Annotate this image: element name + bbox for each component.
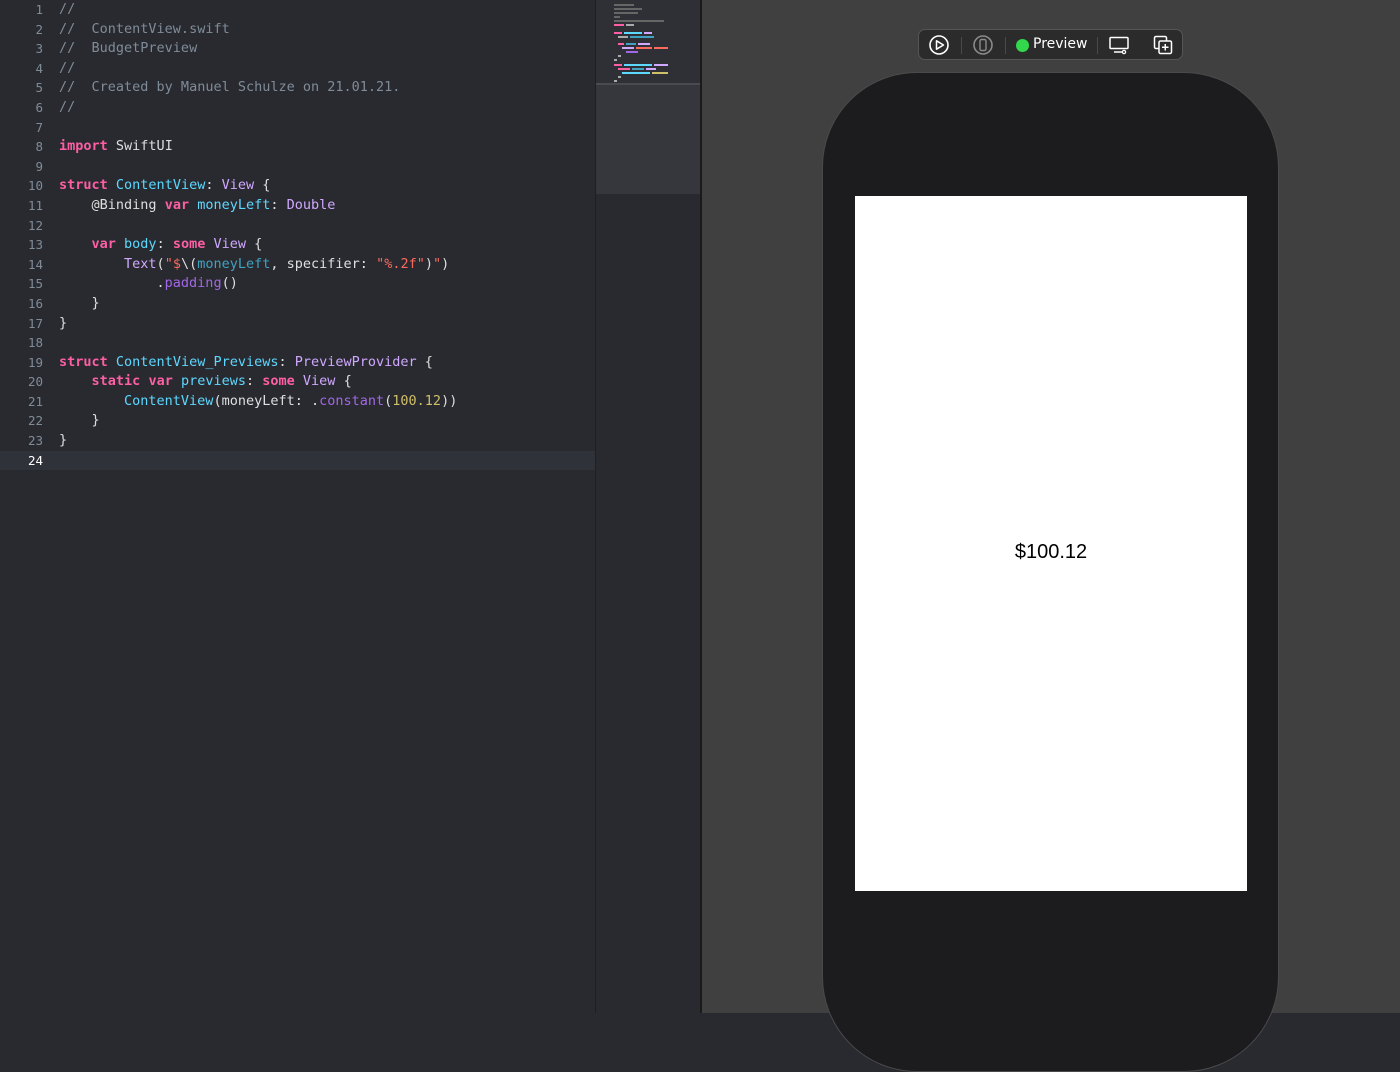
line-number: 23 <box>27 433 43 449</box>
code-line[interactable]: 17} <box>0 314 595 334</box>
code-text: struct ContentView: View { <box>59 177 271 194</box>
line-number: 12 <box>27 217 43 233</box>
preview-toolbar: Preview <box>918 29 1183 60</box>
line-number: 7 <box>35 119 43 135</box>
line-number: 10 <box>27 178 43 194</box>
preview-label[interactable]: Preview <box>1033 36 1088 52</box>
code-text: import SwiftUI <box>59 138 173 155</box>
line-number: 19 <box>27 354 43 370</box>
preview-status-icon <box>1016 39 1029 52</box>
comment-text: // ContentView.swift <box>59 20 230 37</box>
line-number: 4 <box>35 60 43 76</box>
line-number: 6 <box>35 99 43 115</box>
line-number: 5 <box>35 80 43 96</box>
author-line: Created by Manuel Schulze on 21.01.21. <box>91 79 401 96</box>
money-left-text: $100.12 <box>1014 541 1088 563</box>
code-line[interactable]: 8 import SwiftUI <box>0 137 595 157</box>
code-line[interactable]: 2 // ContentView.swift <box>0 20 595 40</box>
minimap-visible-region[interactable] <box>596 0 701 194</box>
code-line[interactable]: 4 // <box>0 59 595 79</box>
line-number: 8 <box>35 139 43 155</box>
code-line[interactable]: 5 // Created by Manuel Schulze on 21.01.2… <box>0 78 595 98</box>
code-text: @Binding var moneyLeft: Double <box>91 196 336 213</box>
code-line[interactable]: 16 } <box>0 294 595 314</box>
current-code-line[interactable]: 24 <box>0 450 595 471</box>
code-line[interactable]: 21 ContentView(moneyLeft: .constant(100.… <box>0 392 595 412</box>
toolbar-separator <box>1005 37 1006 54</box>
code-line[interactable]: 15 .padding() <box>0 274 595 294</box>
code-line[interactable]: 22 } <box>0 411 595 431</box>
code-text: .padding() <box>59 275 238 292</box>
comment-text: // <box>59 98 76 115</box>
minimap[interactable] <box>595 0 701 1013</box>
line-number: 20 <box>27 374 43 390</box>
device-run-icon[interactable] <box>972 34 994 56</box>
code-lines[interactable]: 1 // 2 // ContentView.swift 3 // BudgetPrev… <box>0 0 595 471</box>
code-line[interactable]: 6 // <box>0 98 595 118</box>
line-number: 22 <box>27 413 43 429</box>
line-number: 13 <box>27 237 43 253</box>
code-line[interactable]: 14 Text("$\(moneyLeft, specifier: "%.2f"… <box>0 255 595 275</box>
code-line[interactable]: 23} <box>0 431 595 451</box>
line-number: 17 <box>27 315 43 331</box>
comment-text: // Created by Manuel Schulze on 21.01.21… <box>59 79 401 96</box>
code-line[interactable]: 1 // <box>0 0 595 20</box>
toolbar-separator <box>961 37 962 54</box>
code-text: } <box>59 314 68 331</box>
project-name: BudgetPreview <box>91 40 198 57</box>
code-text: Text("$\(moneyLeft, specifier: "%.2f")") <box>124 255 450 272</box>
minimap-highlight <box>596 0 701 85</box>
code-line[interactable]: 11 @Binding var moneyLeft: Double <box>0 196 595 216</box>
device-screen[interactable]: $100.12 <box>855 196 1247 891</box>
code-line[interactable]: 19 struct ContentView_Previews: PreviewPr… <box>0 353 595 373</box>
line-number: 16 <box>27 295 43 311</box>
line-number: 1 <box>35 2 43 17</box>
code-line[interactable]: 10 struct ContentView: View { <box>0 176 595 196</box>
duplicate-preview-icon[interactable] <box>1152 34 1174 56</box>
comment-text: // BudgetPreview <box>59 40 198 57</box>
line-number: 15 <box>27 276 43 292</box>
code-line[interactable]: 18 <box>0 333 595 353</box>
line-number: 2 <box>35 21 43 37</box>
file-name: ContentView.swift <box>91 20 230 37</box>
code-line[interactable]: 3 // BudgetPreview <box>0 39 595 59</box>
code-text: static var previews: some View { <box>91 373 352 390</box>
code-text: } <box>59 432 68 449</box>
code-text: } <box>59 412 100 429</box>
comment-text: // <box>59 1 76 17</box>
code-line[interactable]: 13 var body: some View { <box>0 235 595 255</box>
code-text: } <box>59 294 100 311</box>
inspect-preview-icon[interactable] <box>1108 34 1130 56</box>
line-number: 11 <box>27 197 43 213</box>
code-line[interactable]: 20 static var previews: some View { <box>0 372 595 392</box>
code-line[interactable]: 9 <box>0 157 595 177</box>
comment-text: // <box>59 59 76 76</box>
line-number: 21 <box>27 393 43 409</box>
live-preview-play-icon[interactable] <box>928 34 950 56</box>
line-number: 3 <box>35 41 43 57</box>
code-editor[interactable]: 1 // 2 // ContentView.swift 3 // BudgetPrev… <box>0 0 595 1013</box>
line-number: 14 <box>27 256 43 272</box>
line-number: 24 <box>27 452 43 468</box>
code-text: ContentView(moneyLeft: .constant(100.12)… <box>124 392 458 409</box>
code-text: var body: some View { <box>91 236 263 253</box>
code-text: struct ContentView_Previews: PreviewProv… <box>59 353 433 370</box>
code-line[interactable]: 7 <box>0 118 595 138</box>
line-number: 18 <box>27 335 43 351</box>
code-line[interactable]: 12 <box>0 216 595 236</box>
toolbar-separator <box>1097 37 1098 54</box>
line-number: 9 <box>35 158 43 174</box>
